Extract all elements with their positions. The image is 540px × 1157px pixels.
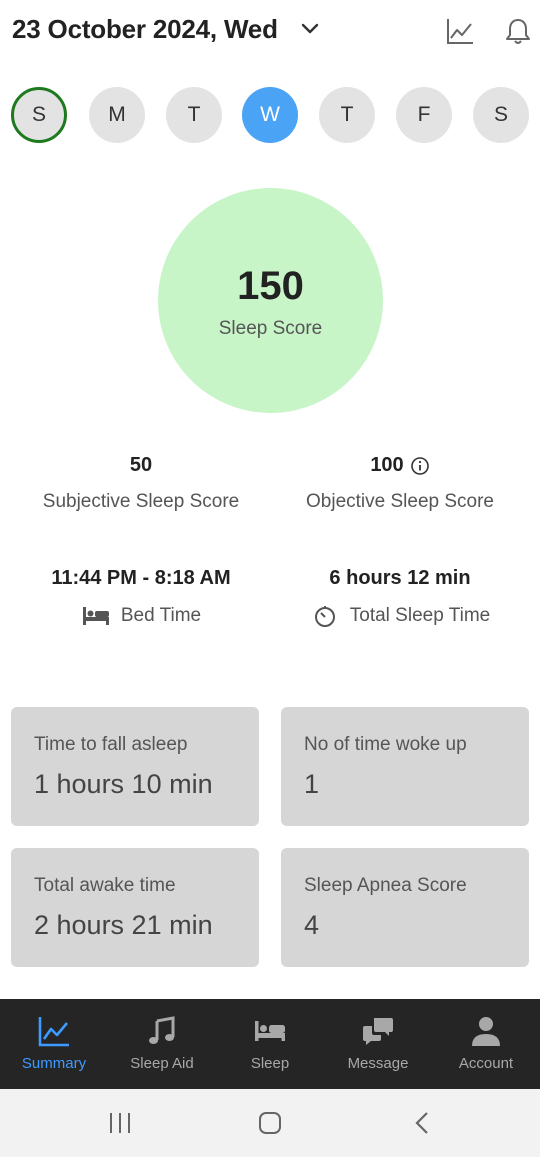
day-saturday[interactable]: S xyxy=(473,87,529,143)
card-label: Sleep Apnea Score xyxy=(304,875,467,896)
nav-summary[interactable]: Summary xyxy=(0,999,108,1089)
nav-label: Sleep xyxy=(250,1055,290,1072)
card-sleep-apnea-score: Sleep Apnea Score 4 xyxy=(281,848,529,967)
nav-sleep[interactable]: Sleep xyxy=(216,999,324,1089)
card-label: No of time woke up xyxy=(304,734,467,755)
bell-icon[interactable] xyxy=(503,16,533,46)
subjective-score-value: 50 xyxy=(129,454,153,476)
total-sleep-label: Total Sleep Time xyxy=(349,605,491,626)
sleep-score-value: 150 xyxy=(237,264,304,308)
nav-label: Account xyxy=(458,1055,514,1072)
info-icon[interactable] xyxy=(410,456,430,476)
trend-chart-icon[interactable] xyxy=(445,16,475,46)
card-time-to-fall-asleep: Time to fall asleep 1 hours 10 min xyxy=(11,707,259,826)
timer-icon xyxy=(314,606,335,627)
day-monday[interactable]: M xyxy=(89,87,145,143)
home-icon[interactable] xyxy=(255,1109,285,1137)
card-label: Time to fall asleep xyxy=(34,734,188,755)
header: 23 October 2024, Wed xyxy=(0,0,540,66)
chat-icon xyxy=(363,1018,393,1045)
chevron-down-icon[interactable] xyxy=(300,22,320,36)
bottom-nav: Summary Sleep Aid Sleep Message Account xyxy=(0,999,540,1089)
card-value: 4 xyxy=(304,910,320,940)
day-friday[interactable]: F xyxy=(396,87,452,143)
card-value: 2 hours 21 min xyxy=(34,910,213,940)
nav-label: Summary xyxy=(21,1055,87,1072)
nav-sleep-aid[interactable]: Sleep Aid xyxy=(108,999,216,1089)
bed-time-value: 11:44 PM - 8:18 AM xyxy=(51,567,231,589)
subjective-score-label: Subjective Sleep Score xyxy=(42,491,240,512)
subjective-score-stat: 50 Subjective Sleep Score xyxy=(6,454,276,513)
day-sunday[interactable]: S xyxy=(11,87,67,143)
total-sleep-stat: 6 hours 12 min Total Sleep Time xyxy=(265,567,535,628)
card-label: Total awake time xyxy=(34,875,176,896)
objective-score-stat: 100 Objective Sleep Score xyxy=(265,454,535,513)
music-note-icon xyxy=(149,1016,175,1044)
week-selector: S M T W T F S xyxy=(0,87,540,145)
chart-icon xyxy=(38,1017,69,1047)
nav-account[interactable]: Account xyxy=(432,999,540,1089)
sleep-score-label: Sleep Score xyxy=(218,318,323,339)
card-value: 1 hours 10 min xyxy=(34,769,213,799)
day-thursday[interactable]: T xyxy=(319,87,375,143)
bed-time-stat: 11:44 PM - 8:18 AM Bed Time xyxy=(6,567,276,628)
bed-time-label: Bed Time xyxy=(120,605,202,626)
sleep-score-circle: 150 Sleep Score xyxy=(158,188,383,413)
back-icon[interactable] xyxy=(407,1109,437,1137)
card-times-woke-up: No of time woke up 1 xyxy=(281,707,529,826)
card-value: 1 xyxy=(304,769,320,799)
objective-score-value: 100 xyxy=(370,454,404,476)
nav-label: Sleep Aid xyxy=(130,1055,194,1072)
total-sleep-value: 6 hours 12 min xyxy=(329,567,471,589)
bed-icon xyxy=(82,607,109,625)
objective-score-label: Objective Sleep Score xyxy=(306,491,494,512)
date-title[interactable]: 23 October 2024, Wed xyxy=(12,14,278,45)
day-tuesday[interactable]: T xyxy=(166,87,222,143)
recent-apps-icon[interactable] xyxy=(105,1109,135,1137)
nav-label: Message xyxy=(347,1055,409,1072)
card-total-awake-time: Total awake time 2 hours 21 min xyxy=(11,848,259,967)
bed-icon xyxy=(255,1021,285,1041)
nav-message[interactable]: Message xyxy=(324,999,432,1089)
person-icon xyxy=(472,1017,500,1046)
system-nav-bar xyxy=(0,1089,540,1157)
day-wednesday[interactable]: W xyxy=(242,87,298,143)
